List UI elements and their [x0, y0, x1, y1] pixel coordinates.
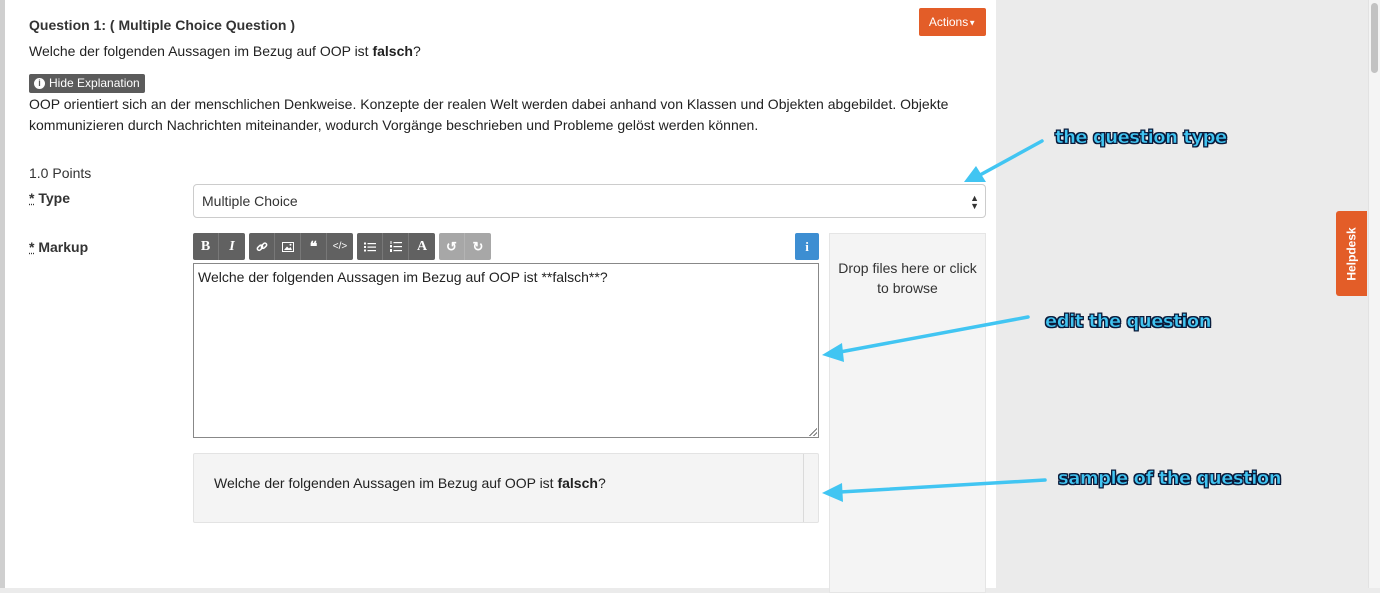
- info-circle-icon: i: [34, 78, 45, 89]
- toolbar-group-insert: ❝ </>: [249, 233, 353, 260]
- link-button[interactable]: [249, 233, 275, 260]
- annotation-edit-question: edit the question: [1045, 311, 1212, 333]
- points-label: 1.0 Points: [29, 165, 92, 181]
- toolbar-group-format: B I: [193, 233, 245, 260]
- quote-button[interactable]: ❝: [301, 233, 327, 260]
- scrollbar-thumb[interactable]: [1371, 3, 1378, 73]
- ordered-list-button[interactable]: [383, 233, 409, 260]
- annotation-question-type: the question type: [1055, 127, 1228, 149]
- preview-text-suffix: ?: [597, 475, 606, 491]
- numbered-list-icon: [389, 241, 402, 252]
- select-arrows-icon: ▲ ▼: [970, 193, 979, 211]
- undo-button[interactable]: ↺: [439, 233, 465, 260]
- required-marker: *: [29, 239, 35, 255]
- preview-text-prefix: Welche der folgenden Aussagen im Bezug a…: [214, 475, 558, 491]
- actions-label: Actions: [928, 15, 969, 29]
- markup-label-text: Markup: [38, 239, 89, 255]
- markup-textarea[interactable]: Welche der folgenden Aussagen im Bezug a…: [193, 263, 819, 438]
- link-icon: [256, 241, 267, 251]
- helpdesk-tab[interactable]: Helpdesk: [1336, 211, 1367, 296]
- markup-label: * Markup: [29, 239, 88, 255]
- question-text-bold: falsch: [372, 43, 413, 59]
- required-marker: *: [29, 190, 35, 206]
- redo-button[interactable]: ↻: [465, 233, 491, 260]
- type-select[interactable]: Multiple Choice ▲ ▼: [193, 184, 986, 218]
- image-button[interactable]: [275, 233, 301, 260]
- markup-textarea-value: Welche der folgenden Aussagen im Bezug a…: [198, 269, 608, 285]
- hide-explanation-button[interactable]: i Hide Explanation: [29, 74, 145, 93]
- heading-button[interactable]: A: [409, 233, 435, 260]
- file-dropzone[interactable]: Drop files here or click to browse: [829, 233, 986, 593]
- italic-button[interactable]: I: [219, 233, 245, 260]
- toolbar-group-lists: A: [357, 233, 435, 260]
- code-icon: </>: [332, 241, 348, 252]
- preview-text-bold: falsch: [557, 475, 598, 491]
- question-text: Welche der folgenden Aussagen im Bezug a…: [29, 43, 421, 59]
- scrollbar-track[interactable]: [1368, 0, 1380, 588]
- toolbar-group-history: ↺ ↻: [439, 233, 491, 260]
- annotation-sample-question: sample of the question: [1058, 468, 1282, 490]
- type-label-text: Type: [38, 190, 70, 206]
- type-select-value: Multiple Choice: [202, 193, 298, 209]
- explanation-text: OOP orientiert sich an der menschlichen …: [29, 96, 949, 133]
- markdown-info-button[interactable]: i: [795, 233, 819, 260]
- quote-icon: ❝: [309, 238, 318, 254]
- unordered-list-button[interactable]: [357, 233, 383, 260]
- caret-down-icon: ▼: [968, 18, 977, 28]
- editor-toolbar: B I ❝ </> A ↺ ↻: [193, 233, 495, 260]
- image-icon: [281, 241, 294, 252]
- question-text-suffix: ?: [412, 43, 421, 59]
- hide-explanation-label: Hide Explanation: [49, 76, 140, 90]
- question-text-prefix: Welche der folgenden Aussagen im Bezug a…: [29, 43, 373, 59]
- redo-icon: ↻: [472, 238, 484, 254]
- preview-divider: [803, 454, 804, 522]
- helpdesk-label: Helpdesk: [1344, 226, 1359, 281]
- preview-text: Welche der folgenden Aussagen im Bezug a…: [214, 475, 606, 491]
- actions-button[interactable]: Actions▼: [919, 8, 986, 36]
- question-preview: Welche der folgenden Aussagen im Bezug a…: [193, 453, 819, 523]
- resize-handle-icon[interactable]: [809, 428, 817, 436]
- type-label: * Type: [29, 190, 70, 206]
- bold-button[interactable]: B: [193, 233, 219, 260]
- right-sidebar: [996, 0, 1368, 588]
- question-title: Question 1: ( Multiple Choice Question ): [29, 17, 296, 33]
- bullet-list-icon: [363, 242, 376, 251]
- code-button[interactable]: </>: [327, 233, 353, 260]
- undo-icon: ↺: [446, 238, 457, 254]
